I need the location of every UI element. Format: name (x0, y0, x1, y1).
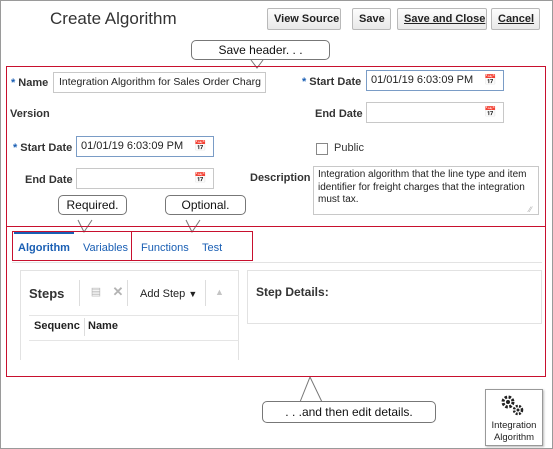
chevron-down-icon: ▼ (188, 289, 198, 299)
move-up-icon[interactable]: ▲ (215, 287, 224, 297)
step-details-title: Step Details: (256, 285, 329, 299)
start-date-label: * Start Date (13, 142, 72, 154)
tab-algorithm[interactable]: Algorithm (18, 242, 70, 254)
description-textarea[interactable]: Integration algorithm that the line type… (313, 166, 539, 215)
calendar-icon[interactable]: 📅 (484, 75, 497, 87)
add-step-button[interactable]: Add Step ▼ (140, 288, 197, 300)
column-header-bottom-border (29, 340, 239, 341)
tab-functions[interactable]: Functions (141, 242, 189, 254)
column-header-name[interactable]: Name (88, 320, 118, 332)
gears-icon (501, 395, 524, 416)
calendar-icon[interactable]: 📅 (194, 141, 207, 153)
column-divider (84, 318, 85, 336)
callout-optional: Optional. (165, 195, 246, 215)
toolbar-separator (79, 280, 80, 306)
column-header-sequence[interactable]: Sequenc (34, 320, 84, 332)
public-label: Public (334, 142, 364, 154)
name-label: * Name (11, 77, 48, 89)
required-marker: * (302, 76, 307, 88)
end-date-label: End Date (25, 174, 73, 186)
version-label: Version (10, 108, 50, 120)
right-start-date-value: 01/01/19 6:03:09 PM (371, 74, 474, 86)
name-label-text: Name (18, 77, 49, 89)
right-end-date-label: End Date (315, 108, 363, 120)
required-marker: * (13, 142, 18, 154)
start-date-value: 01/01/19 6:03:09 PM (81, 140, 184, 152)
selected-tab-indicator (14, 232, 74, 234)
steps-title: Steps (29, 286, 65, 301)
required-marker: * (11, 77, 16, 89)
tab-variables[interactable]: Variables (83, 242, 128, 254)
start-date-label-text: Start Date (20, 142, 73, 154)
description-text: Integration algorithm that the line type… (318, 169, 527, 205)
toolbar-separator (205, 280, 206, 306)
add-step-label: Add Step (140, 288, 186, 300)
right-start-date-label-text: Start Date (309, 76, 362, 88)
toolbar-separator (127, 280, 128, 306)
calendar-icon[interactable]: 📅 (484, 107, 497, 119)
tab-divider (12, 262, 542, 263)
integration-algorithm-button[interactable]: Integration Algorithm (485, 389, 543, 446)
resize-handle-icon[interactable]: ∕∕ (529, 205, 532, 214)
public-checkbox[interactable] (316, 143, 328, 155)
column-header-top-border (29, 315, 239, 316)
callout-then-edit: . . .and then edit details. (262, 401, 436, 423)
right-start-date-label: * Start Date (302, 76, 361, 88)
callout-required: Required. (58, 195, 127, 215)
tab-test[interactable]: Test (202, 242, 222, 254)
integration-algorithm-label-line2: Algorithm (493, 432, 535, 443)
calendar-icon[interactable]: 📅 (194, 173, 207, 185)
integration-algorithm-label-line1: Integration (491, 420, 537, 431)
description-label: Description (250, 172, 311, 184)
name-field[interactable]: Integration Algorithm for Sales Order Ch… (53, 72, 266, 93)
